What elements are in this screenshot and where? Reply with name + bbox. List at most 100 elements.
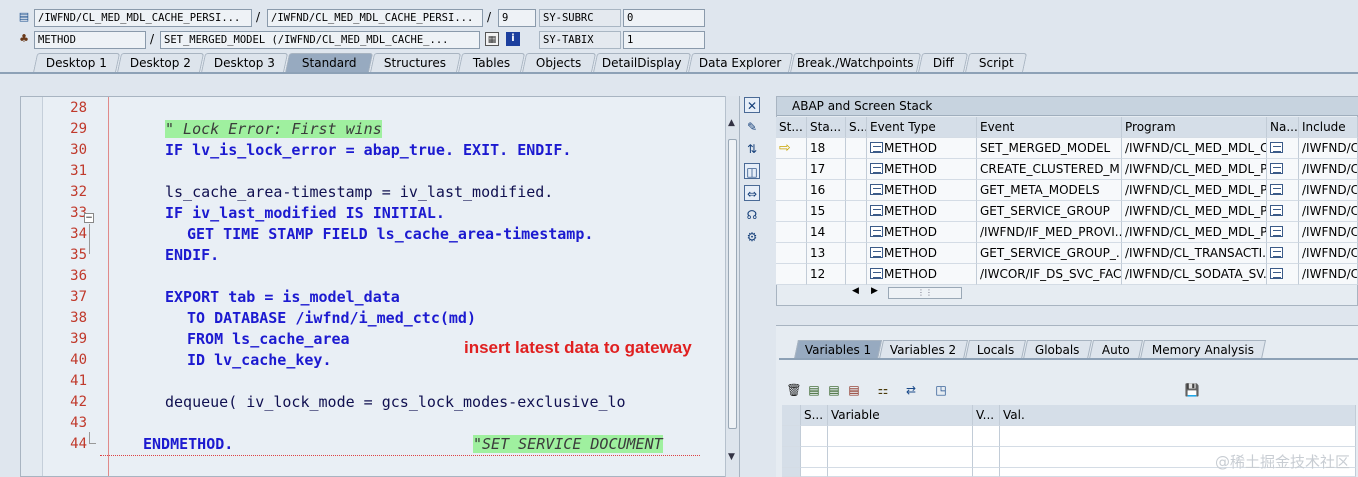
stack-row-event[interactable]: GET_SERVICE_GROUP (977, 201, 1122, 222)
navigate-icon[interactable] (1270, 247, 1283, 258)
column-header[interactable]: Na... (1267, 117, 1299, 138)
stack-row-nav[interactable] (1267, 180, 1299, 201)
var-cell[interactable] (828, 468, 973, 477)
stack-row-program[interactable]: /IWFND/CL_SODATA_SV... (1122, 264, 1267, 285)
stack-row-program[interactable]: /IWFND/CL_MED_MDL_P... (1122, 201, 1267, 222)
stack-row-nav[interactable] (1267, 159, 1299, 180)
scroll-thumb[interactable]: ⋮⋮ (888, 287, 962, 299)
navigate-icon[interactable] (1270, 142, 1283, 153)
tab-data-explorer[interactable]: Data Explorer (687, 53, 794, 73)
tab-desktop-1[interactable]: Desktop 1 (32, 53, 121, 73)
column-header[interactable]: Include (1299, 117, 1358, 138)
column-header[interactable]: S... (801, 405, 828, 426)
info-icon[interactable]: i (506, 32, 520, 46)
tab-variables-2[interactable]: Variables 2 (878, 340, 969, 359)
event-type-field[interactable]: METHOD (34, 31, 146, 49)
scroll-left-icon[interactable]: ◀ (852, 286, 859, 296)
stack-row-event[interactable]: CREATE_CLUSTERED_M... (977, 159, 1122, 180)
column-header[interactable]: Val. (1000, 405, 1356, 426)
fold-toggle-icon[interactable]: − (84, 213, 94, 223)
table-icon[interactable]: ▦ (485, 32, 499, 46)
stack-row-include[interactable]: /IWFND/CL (1299, 159, 1358, 180)
tab-standard[interactable]: Standard (284, 53, 374, 73)
navigate-icon[interactable] (1270, 205, 1283, 216)
scroll-thumb[interactable] (728, 139, 737, 429)
row-selector[interactable] (782, 447, 801, 468)
split-icon[interactable]: ⇔ (744, 185, 760, 201)
editor-scrollbar[interactable]: ▲ ▼ (725, 96, 739, 477)
stack-row-type[interactable]: METHOD (867, 180, 977, 201)
program-field[interactable]: /IWFND/CL_MED_MDL_CACHE_PERSI... (267, 9, 483, 27)
stack-row-include[interactable]: /IWFND/CL (1299, 264, 1358, 285)
row-selector-header[interactable] (782, 405, 801, 426)
headset-icon[interactable]: ☊ (744, 207, 760, 223)
var-cell[interactable] (1000, 426, 1356, 447)
var-cell[interactable] (973, 447, 1000, 468)
stack-row-include[interactable]: /IWFND/CL (1299, 222, 1358, 243)
navigate-icon[interactable] (1270, 226, 1283, 237)
stack-row-nav[interactable] (1267, 138, 1299, 159)
stack-row-event[interactable]: GET_SERVICE_GROUP_... (977, 243, 1122, 264)
close-icon[interactable]: ✕ (744, 97, 760, 113)
row-selector[interactable] (782, 426, 801, 447)
event-name-field[interactable]: SET_MERGED_MODEL (/IWFND/CL_MED_MDL_CACH… (160, 31, 480, 49)
scroll-down-icon[interactable]: ▼ (728, 452, 735, 462)
tab-globals[interactable]: Globals (1022, 340, 1093, 359)
doc-add-icon[interactable]: ▤ (806, 382, 822, 398)
stack-row-include[interactable]: /IWFND/CL (1299, 243, 1358, 264)
column-header[interactable]: Event Type (867, 117, 977, 138)
save-icon[interactable]: 💾 (1184, 382, 1200, 398)
stack-row-include[interactable]: /IWFND/CL (1299, 180, 1358, 201)
tab-script[interactable]: Script (964, 53, 1028, 73)
tab-locals[interactable]: Locals (964, 340, 1027, 359)
stack-row-event[interactable]: /IWCOR/IF_DS_SVC_FAC... (977, 264, 1122, 285)
settings-tool-icon[interactable]: ⚙ (744, 229, 760, 245)
maximize-icon[interactable]: ◫ (744, 163, 760, 179)
var-cell[interactable] (828, 426, 973, 447)
stack-row-event[interactable]: GET_META_MODELS (977, 180, 1122, 201)
transfer-icon[interactable]: ⇄ (903, 382, 919, 398)
column-header[interactable]: Sta... (807, 117, 846, 138)
column-header[interactable]: V... (973, 405, 1000, 426)
tab-objects[interactable]: Objects (521, 53, 597, 73)
var-cell[interactable] (973, 426, 1000, 447)
tab-memory-analysis[interactable]: Memory Analysis (1139, 340, 1267, 359)
tab-tables[interactable]: Tables (457, 53, 526, 73)
stack-row-type[interactable]: METHOD (867, 138, 977, 159)
stack-row-event[interactable]: /IWFND/IF_MED_PROVI... (977, 222, 1122, 243)
sysvar-value-1[interactable]: 0 (623, 9, 705, 27)
column-header[interactable]: Variable (828, 405, 973, 426)
breakpoint-column[interactable] (21, 97, 43, 476)
tab-desktop-3[interactable]: Desktop 3 (200, 53, 289, 73)
stack-row-include[interactable]: /IWFND/CL (1299, 201, 1358, 222)
stack-row-program[interactable]: /IWFND/CL_MED_MDL_C... (1122, 138, 1267, 159)
navigate-icon[interactable] (1270, 163, 1283, 174)
doc-remove-icon[interactable]: ▤ (826, 382, 842, 398)
stack-row-nav[interactable] (1267, 243, 1299, 264)
row-selector[interactable] (782, 468, 801, 477)
stack-hscrollbar[interactable]: ◀ ▶ ⋮⋮ (852, 286, 962, 300)
tab-desktop-2[interactable]: Desktop 2 (116, 53, 205, 73)
stack-row-include[interactable]: /IWFND/CL (1299, 138, 1358, 159)
tab-auto[interactable]: Auto (1088, 340, 1144, 359)
column-header[interactable]: Program (1122, 117, 1267, 138)
stack-row-type[interactable]: METHOD (867, 264, 977, 285)
var-cell[interactable] (801, 447, 828, 468)
column-header[interactable]: Event (977, 117, 1122, 138)
stack-row-nav[interactable] (1267, 222, 1299, 243)
delete-icon[interactable]: 🗑 (786, 382, 802, 398)
navigate-icon[interactable] (1270, 268, 1283, 279)
tab-breakpoints[interactable]: Break./Watchpoints (789, 53, 922, 73)
var-cell[interactable] (801, 468, 828, 477)
hierarchy-icon[interactable]: ⚏ (875, 382, 891, 398)
swap-tool-icon[interactable]: ⇅ (744, 141, 760, 157)
sysvar-name-1[interactable]: SY-SUBRC (539, 9, 621, 27)
stack-row-event[interactable]: SET_MERGED_MODEL (977, 138, 1122, 159)
column-header[interactable]: St... (776, 117, 807, 138)
sysvar-value-2[interactable]: 1 (623, 31, 705, 49)
stack-row-type[interactable]: METHOD (867, 222, 977, 243)
stack-row-program[interactable]: /IWFND/CL_MED_MDL_P... (1122, 159, 1267, 180)
navigate-icon[interactable] (1270, 184, 1283, 195)
stack-row-nav[interactable] (1267, 264, 1299, 285)
tab-detail-display[interactable]: DetailDisplay (592, 53, 692, 73)
